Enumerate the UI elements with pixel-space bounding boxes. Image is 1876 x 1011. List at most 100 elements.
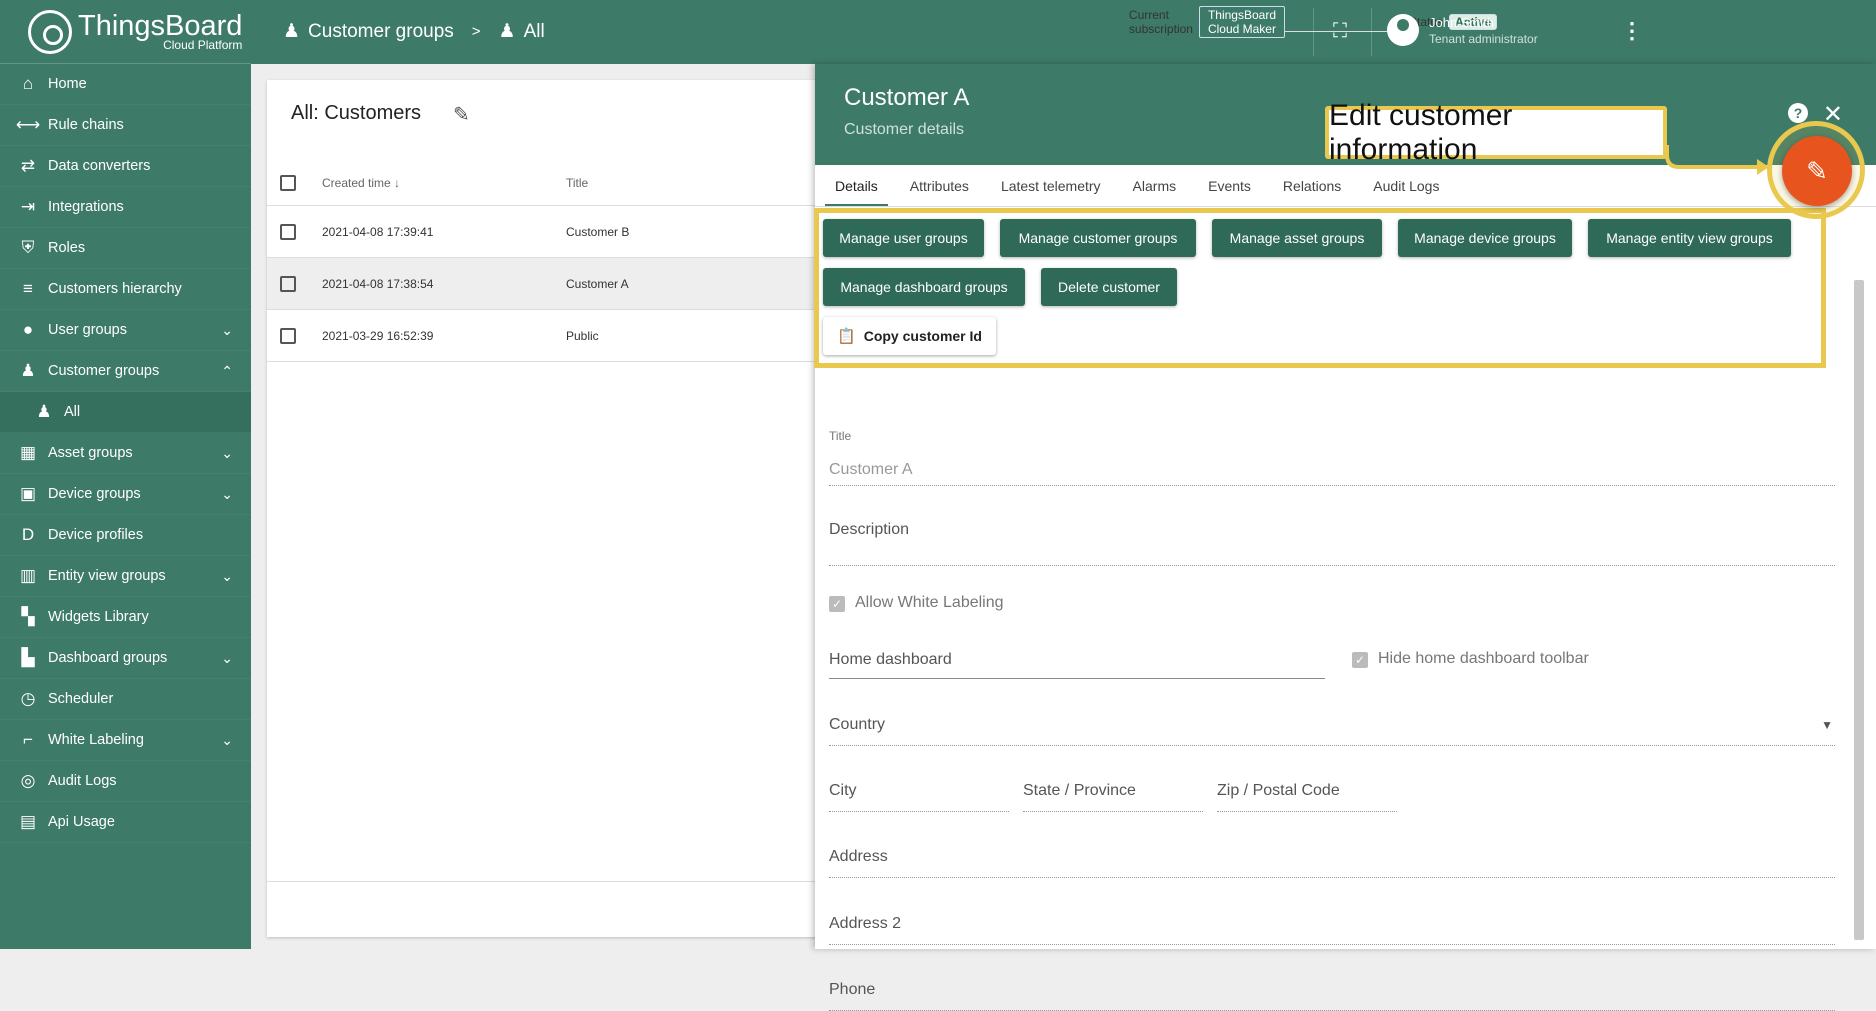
table-row[interactable]: 2021-03-29 16:52:39 Public bbox=[267, 310, 827, 362]
subscription-badge[interactable]: ThingsBoard Cloud Maker bbox=[1198, 5, 1285, 38]
row-checkbox[interactable] bbox=[280, 276, 296, 292]
breadcrumb-customer-groups[interactable]: Customer groups bbox=[308, 21, 454, 43]
sidebar-item-label: Api Usage bbox=[48, 814, 115, 830]
sidebar-item-roles[interactable]: ⛨ Roles bbox=[0, 228, 251, 269]
white-labeling-icon: ⌐ bbox=[23, 730, 33, 749]
chevron-down-icon[interactable]: ⌄ bbox=[221, 732, 233, 749]
row-title: Customer B bbox=[566, 225, 630, 239]
home-dashboard-placeholder: Home dashboard bbox=[829, 651, 952, 668]
sidebar-item-label: All bbox=[64, 404, 81, 420]
state-field[interactable]: State / Province bbox=[1023, 782, 1203, 812]
data-converters-icon: ⇄ bbox=[20, 156, 36, 175]
entity-view-groups-icon: ▥ bbox=[19, 566, 37, 585]
tab-relations[interactable]: Relations bbox=[1273, 165, 1361, 206]
panel-scrollbar[interactable] bbox=[1854, 280, 1864, 940]
thingsboard-logo-icon bbox=[28, 9, 72, 54]
chevron-down-icon[interactable]: ⌄ bbox=[221, 568, 233, 585]
column-created-label: Created time bbox=[322, 176, 391, 190]
description-field[interactable]: Description bbox=[829, 521, 1835, 566]
table-row[interactable]: 2021-04-08 17:38:54 Customer A bbox=[267, 258, 827, 310]
chevron-down-icon[interactable]: ⌄ bbox=[221, 486, 233, 503]
sidebar-item-user-groups[interactable]: ● User groups ⌄ bbox=[0, 310, 251, 351]
user-role: Tenant administrator bbox=[1429, 32, 1538, 46]
title-label: Title bbox=[829, 429, 852, 443]
asset-groups-icon: ▦ bbox=[19, 443, 37, 462]
table-row[interactable]: 2021-04-08 17:39:41 Customer B bbox=[267, 206, 827, 258]
sidebar-item-label: Scheduler bbox=[48, 691, 114, 707]
sidebar-item-integrations[interactable]: ⇥ Integrations bbox=[0, 187, 251, 228]
edit-icon[interactable]: ✎ bbox=[453, 102, 470, 127]
country-select[interactable]: Country ▼ bbox=[829, 716, 1835, 746]
subscription-label: Current subscription bbox=[1128, 7, 1193, 36]
row-checkbox[interactable] bbox=[280, 224, 296, 240]
tab-alarms[interactable]: Alarms bbox=[1123, 165, 1197, 206]
row-checkbox[interactable] bbox=[280, 328, 296, 344]
topbar-divider bbox=[1313, 8, 1314, 56]
sidebar-item-white-labeling[interactable]: ⌐ White Labeling ⌄ bbox=[0, 720, 251, 761]
fullscreen-icon[interactable]: ⛶ bbox=[1333, 20, 1347, 43]
user-menu[interactable]: John Smith Tenant administrator bbox=[1387, 14, 1538, 46]
tutorial-callout: Edit customer information bbox=[1325, 99, 1667, 166]
sidebar-item-label: Asset groups bbox=[48, 445, 133, 461]
sidebar-item-customer-groups[interactable]: ♟ Customer groups ⌃ bbox=[0, 351, 251, 392]
device-profiles-icon: D bbox=[21, 525, 35, 544]
sidebar-item-label: Data converters bbox=[48, 158, 151, 174]
title-field[interactable]: Title Customer A bbox=[829, 429, 1835, 486]
column-created-time[interactable]: Created time ↓ bbox=[322, 176, 400, 190]
sidebar-item-device-profiles[interactable]: D Device profiles bbox=[0, 515, 251, 556]
customer-groups-icon: ♟ bbox=[283, 21, 301, 42]
sidebar-item-device-groups[interactable]: ▣ Device groups ⌄ bbox=[0, 474, 251, 515]
sidebar-item-label: Device groups bbox=[48, 486, 141, 502]
select-all-checkbox[interactable] bbox=[280, 175, 296, 191]
address-placeholder: Address bbox=[829, 848, 888, 865]
sidebar-item-audit-logs[interactable]: ◎ Audit Logs bbox=[0, 761, 251, 802]
sidebar: ThingsBoard Cloud Platform ⌂ Home ⟷ Rule ch… bbox=[0, 0, 251, 949]
sidebar-item-data-converters[interactable]: ⇄ Data converters bbox=[0, 146, 251, 187]
tab-events[interactable]: Events bbox=[1198, 165, 1271, 206]
sidebar-item-label: Home bbox=[48, 76, 87, 92]
user-groups-icon: ● bbox=[22, 320, 34, 339]
sidebar-item-widgets-library[interactable]: ▚ Widgets Library bbox=[0, 597, 251, 638]
address2-field[interactable]: Address 2 bbox=[829, 915, 1835, 945]
sidebar-item-entity-view-groups[interactable]: ▥ Entity view groups ⌄ bbox=[0, 556, 251, 597]
brand-logo[interactable]: ThingsBoard Cloud Platform bbox=[0, 0, 251, 64]
help-icon[interactable]: ? bbox=[1788, 103, 1808, 123]
brand-name: ThingsBoard bbox=[78, 9, 243, 42]
title-value: Customer A bbox=[829, 461, 913, 478]
breadcrumb-separator: > bbox=[471, 23, 481, 40]
sidebar-item-all[interactable]: ♟ All bbox=[0, 392, 251, 433]
chevron-down-icon[interactable]: ⌄ bbox=[221, 322, 233, 339]
chevron-down-icon[interactable]: ⌄ bbox=[221, 445, 233, 462]
country-placeholder: Country bbox=[829, 716, 886, 733]
chevron-down-icon[interactable]: ⌄ bbox=[221, 650, 233, 667]
pencil-icon: ✎ bbox=[1806, 156, 1828, 186]
zip-field[interactable]: Zip / Postal Code bbox=[1217, 782, 1397, 812]
tab-details[interactable]: Details bbox=[825, 165, 898, 206]
table-header: Created time ↓ Title bbox=[267, 160, 827, 206]
hide-toolbar-checkbox[interactable]: ✓ bbox=[1352, 652, 1368, 668]
sidebar-item-customers-hierarchy[interactable]: ≡ Customers hierarchy bbox=[0, 269, 251, 310]
allow-white-labeling-checkbox[interactable]: ✓ bbox=[829, 596, 845, 612]
sidebar-item-home[interactable]: ⌂ Home bbox=[0, 64, 251, 105]
tab-audit-logs[interactable]: Audit Logs bbox=[1363, 165, 1459, 206]
sidebar-item-dashboard-groups[interactable]: ▙ Dashboard groups ⌄ bbox=[0, 638, 251, 679]
sidebar-item-label: Entity view groups bbox=[48, 568, 166, 584]
city-field[interactable]: City bbox=[829, 782, 1009, 812]
address-field[interactable]: Address bbox=[829, 848, 1835, 878]
more-vert-icon[interactable]: ⋮ bbox=[1621, 18, 1643, 44]
tab-latest-telemetry[interactable]: Latest telemetry bbox=[991, 165, 1121, 206]
sidebar-item-scheduler[interactable]: ◷ Scheduler bbox=[0, 679, 251, 720]
sidebar-item-asset-groups[interactable]: ▦ Asset groups ⌄ bbox=[0, 433, 251, 474]
home-dashboard-field[interactable]: Home dashboard bbox=[829, 651, 1325, 679]
edit-customer-button[interactable]: ✎ bbox=[1782, 136, 1852, 206]
customer-details-panel: Customer A Customer details ? ✕ Details A… bbox=[815, 64, 1876, 1011]
sidebar-item-api-usage[interactable]: ▤ Api Usage bbox=[0, 802, 251, 843]
row-created-time: 2021-04-08 17:38:54 bbox=[322, 277, 434, 291]
phone-field[interactable]: Phone bbox=[829, 981, 1835, 1011]
sidebar-item-label: Customer groups bbox=[48, 363, 160, 379]
chevron-up-icon[interactable]: ⌃ bbox=[221, 363, 233, 380]
sidebar-item-rule-chains[interactable]: ⟷ Rule chains bbox=[0, 105, 251, 146]
tab-attributes[interactable]: Attributes bbox=[900, 165, 989, 206]
column-title[interactable]: Title bbox=[566, 176, 588, 190]
row-created-time: 2021-03-29 16:52:39 bbox=[322, 329, 434, 343]
